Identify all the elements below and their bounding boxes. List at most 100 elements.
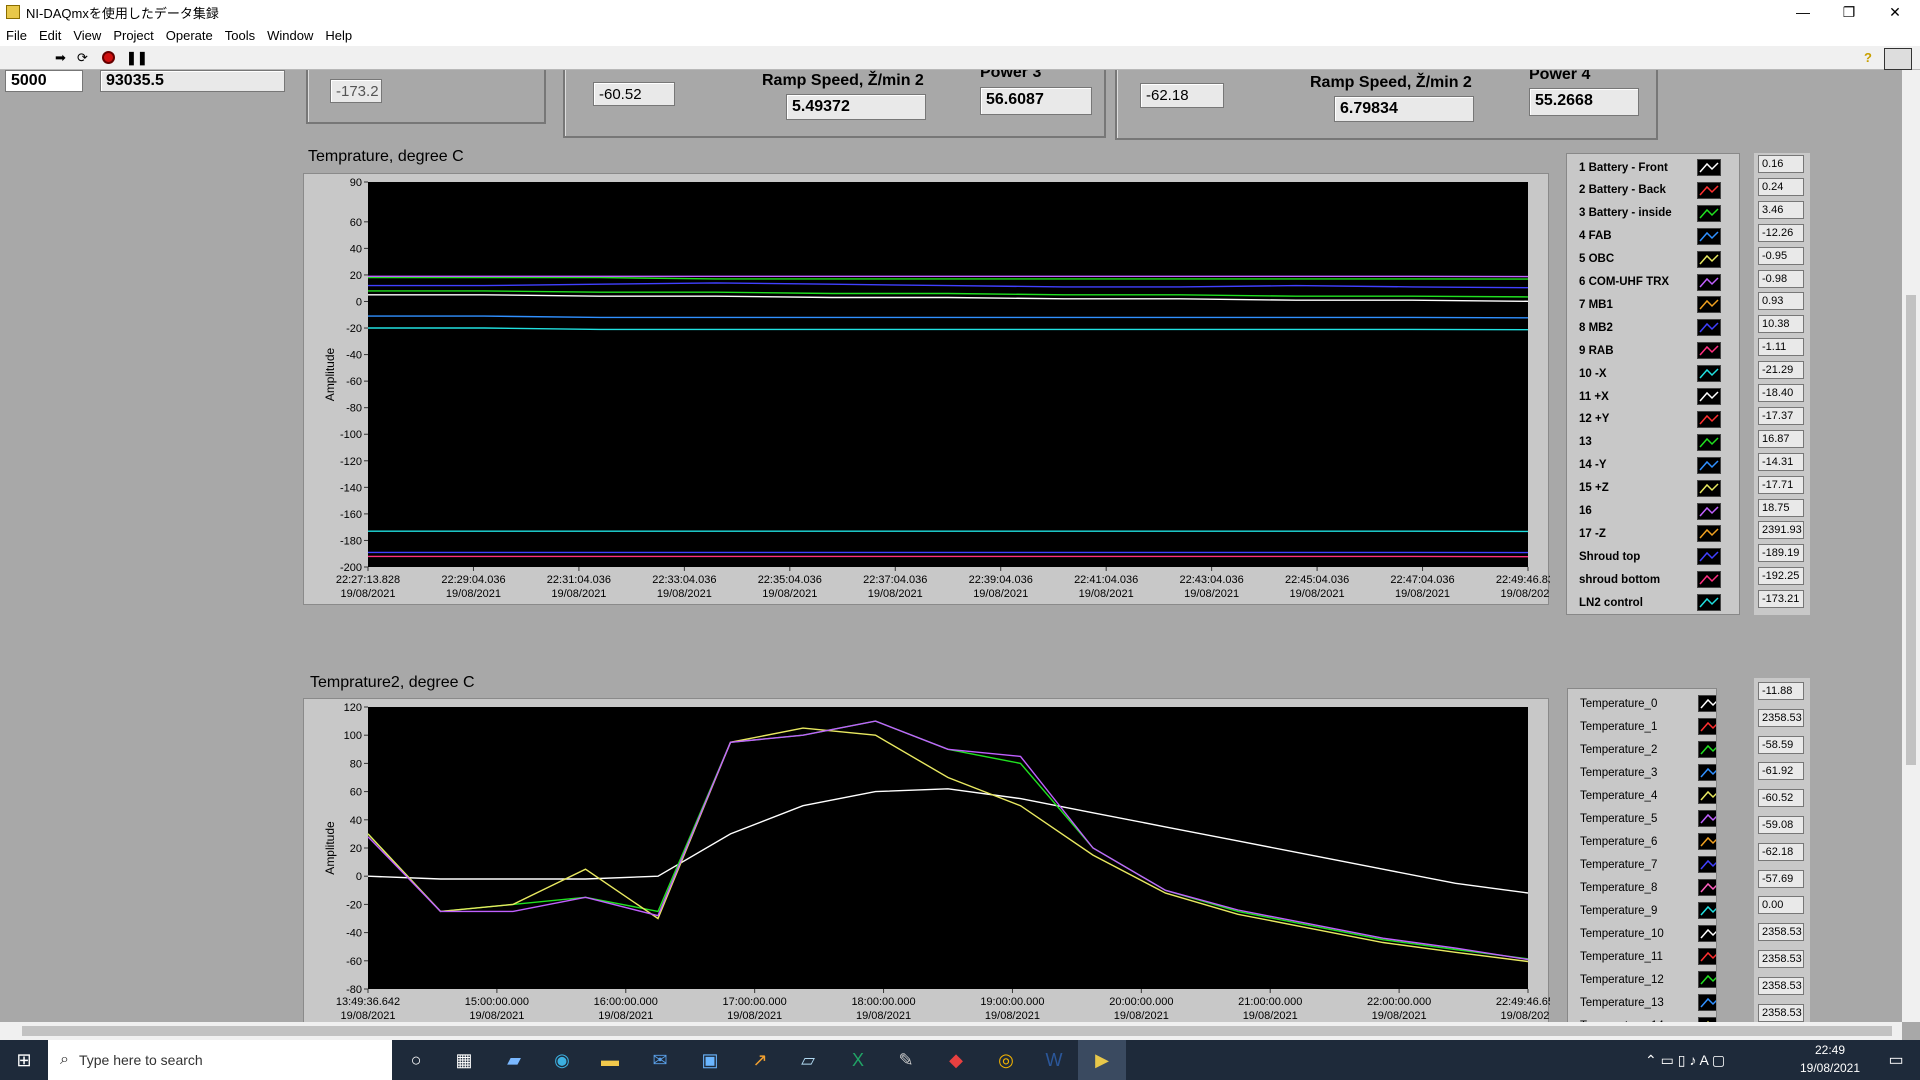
legend-swatch[interactable]: [1698, 810, 1716, 827]
notification-icon[interactable]: ▭: [1872, 1040, 1920, 1080]
chart2-legend-item[interactable]: Temperature_4: [1568, 784, 1716, 807]
close-button[interactable]: ✕: [1872, 0, 1918, 24]
chart1-legend-item[interactable]: 17 -Z: [1567, 522, 1721, 545]
legend-swatch[interactable]: [1697, 479, 1721, 497]
chart1-legend-item[interactable]: 11 +X: [1567, 385, 1721, 408]
chart2-legend-item[interactable]: Temperature_10: [1568, 922, 1716, 945]
legend-swatch[interactable]: [1697, 502, 1721, 520]
cortana-icon[interactable]: ○: [392, 1040, 440, 1080]
app-taskbar-icon-4[interactable]: ▱: [784, 1040, 832, 1080]
chart2-legend-item[interactable]: Temperature_14: [1568, 1014, 1716, 1022]
app-taskbar-icon-1[interactable]: ▰: [490, 1040, 538, 1080]
chart2-legend-item[interactable]: Temperature_2: [1568, 738, 1716, 761]
chart1-legend-item[interactable]: 8 MB2: [1567, 316, 1721, 339]
chart2-legend-item[interactable]: Temperature_8: [1568, 876, 1716, 899]
chart1-legend-item[interactable]: 7 MB1: [1567, 293, 1721, 316]
pause-icon[interactable]: ❚❚: [126, 50, 148, 66]
clock-time[interactable]: 22:49: [1800, 1043, 1860, 1057]
help-icon[interactable]: ?: [1864, 50, 1872, 65]
chart2-legend-item[interactable]: Temperature_0: [1568, 692, 1716, 715]
abort-icon[interactable]: [102, 51, 115, 64]
legend-swatch[interactable]: [1697, 342, 1721, 360]
sample-count-field[interactable]: 5000: [5, 70, 83, 92]
clock-date[interactable]: 19/08/2021: [1795, 1061, 1865, 1075]
legend-swatch[interactable]: [1698, 925, 1716, 942]
legend-swatch[interactable]: [1697, 365, 1721, 383]
vertical-scrollbar[interactable]: [1902, 70, 1920, 1022]
legend-swatch[interactable]: [1698, 879, 1716, 896]
legend-swatch[interactable]: [1697, 181, 1721, 199]
legend-swatch[interactable]: [1698, 764, 1716, 781]
chart2-legend-item[interactable]: Temperature_5: [1568, 807, 1716, 830]
legend-swatch[interactable]: [1698, 994, 1716, 1011]
legend-swatch[interactable]: [1697, 548, 1721, 566]
windows-start-icon[interactable]: ⊞: [0, 1040, 48, 1080]
edge-icon[interactable]: ◉: [538, 1040, 586, 1080]
legend-swatch[interactable]: [1697, 296, 1721, 314]
chart1-legend-item[interactable]: 10 -X: [1567, 362, 1721, 385]
chart1-legend-item[interactable]: 6 COM-UHF TRX: [1567, 271, 1721, 294]
plot-area[interactable]: [368, 182, 1528, 567]
chart2-legend-item[interactable]: Temperature_12: [1568, 968, 1716, 991]
menu-edit[interactable]: Edit: [33, 28, 67, 43]
chart1-legend-item[interactable]: 3 Battery - inside: [1567, 202, 1721, 225]
legend-swatch[interactable]: [1697, 571, 1721, 589]
menu-help[interactable]: Help: [319, 28, 358, 43]
chart2-legend-item[interactable]: Temperature_3: [1568, 761, 1716, 784]
chart2-legend-item[interactable]: Temperature_11: [1568, 945, 1716, 968]
horizontal-scroll-thumb[interactable]: [22, 1026, 1892, 1036]
chart1-legend-item[interactable]: 1 Battery - Front: [1567, 156, 1721, 179]
legend-swatch[interactable]: [1698, 718, 1716, 735]
search-box[interactable]: ⌕ Type here to search: [48, 1040, 392, 1080]
chart1-legend-item[interactable]: 5 OBC: [1567, 248, 1721, 271]
legend-swatch[interactable]: [1698, 833, 1716, 850]
legend-swatch[interactable]: [1697, 273, 1721, 291]
excel-icon[interactable]: X: [834, 1040, 882, 1080]
vertical-scroll-thumb[interactable]: [1906, 295, 1916, 765]
legend-swatch[interactable]: [1697, 319, 1721, 337]
menu-view[interactable]: View: [67, 28, 107, 43]
chart1-legend-item[interactable]: 2 Battery - Back: [1567, 179, 1721, 202]
legend-swatch[interactable]: [1698, 902, 1716, 919]
labview-icon[interactable]: ▶: [1078, 1040, 1126, 1080]
legend-swatch[interactable]: [1697, 227, 1721, 245]
tray-icons[interactable]: ⌃ ▭ ▯ ♪ A ▢: [1645, 1052, 1725, 1069]
legend-swatch[interactable]: [1697, 159, 1721, 176]
legend-swatch[interactable]: [1697, 410, 1721, 428]
chart2-legend-item[interactable]: Temperature_13: [1568, 991, 1716, 1014]
chart1-legend-item[interactable]: 16: [1567, 500, 1721, 523]
chart1-legend-item[interactable]: shroud bottom: [1567, 568, 1721, 591]
mail-icon[interactable]: ✉: [636, 1040, 684, 1080]
maximize-button[interactable]: ❐: [1826, 0, 1872, 24]
chart2-legend-item[interactable]: Temperature_6: [1568, 830, 1716, 853]
app-taskbar-icon-5[interactable]: ✎: [882, 1040, 930, 1080]
legend-swatch[interactable]: [1697, 456, 1721, 474]
legend-swatch[interactable]: [1698, 948, 1716, 965]
horizontal-scrollbar[interactable]: [0, 1022, 1902, 1040]
chart1-legend-item[interactable]: 4 FAB: [1567, 225, 1721, 248]
legend-swatch[interactable]: [1698, 971, 1716, 988]
chart1-legend-item[interactable]: Shroud top: [1567, 545, 1721, 568]
chart2-legend-item[interactable]: Temperature_9: [1568, 899, 1716, 922]
chart1-legend-item[interactable]: LN2 control: [1567, 591, 1721, 614]
legend-swatch[interactable]: [1698, 695, 1716, 712]
chart1-legend-item[interactable]: 14 -Y: [1567, 454, 1721, 477]
chart1-legend-item[interactable]: 13: [1567, 431, 1721, 454]
legend-swatch[interactable]: [1697, 204, 1721, 222]
chart2-legend-item[interactable]: Temperature_7: [1568, 853, 1716, 876]
chart2-legend-item[interactable]: Temperature_1: [1568, 715, 1716, 738]
chart1-legend-item[interactable]: 9 RAB: [1567, 339, 1721, 362]
task-view-icon[interactable]: ▦: [440, 1040, 488, 1080]
legend-swatch[interactable]: [1697, 250, 1721, 268]
chrome-icon[interactable]: ◎: [982, 1040, 1030, 1080]
legend-swatch[interactable]: [1698, 741, 1716, 758]
menu-tools[interactable]: Tools: [219, 28, 261, 43]
app-taskbar-icon-2[interactable]: ▣: [686, 1040, 734, 1080]
word-icon[interactable]: W: [1030, 1040, 1078, 1080]
legend-swatch[interactable]: [1697, 388, 1721, 405]
legend-swatch[interactable]: [1697, 525, 1721, 543]
chart1-legend-item[interactable]: 12 +Y: [1567, 408, 1721, 431]
run-continuously-icon[interactable]: ⟳: [77, 50, 88, 66]
legend-swatch[interactable]: [1697, 594, 1721, 612]
app-taskbar-icon-6[interactable]: ◆: [932, 1040, 980, 1080]
